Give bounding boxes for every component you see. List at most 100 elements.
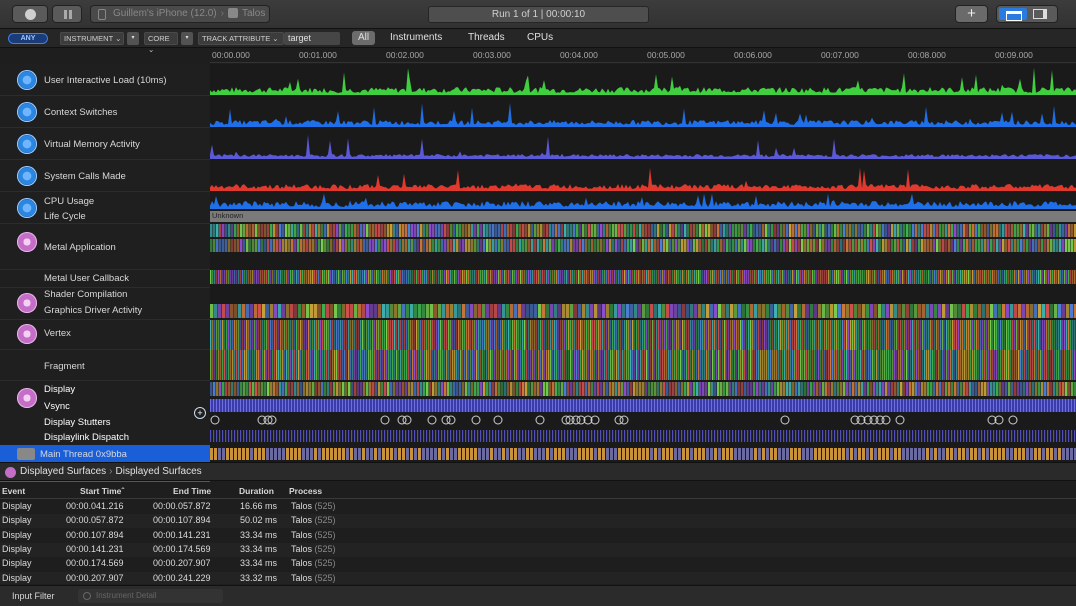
- time-ruler[interactable]: 00:00.000 00:01.000 00:02.000 00:03.000 …: [210, 48, 1076, 63]
- ruler-label: 00:04.000: [560, 50, 598, 60]
- footer-bar: Input Filter Instrument Detail: [0, 585, 1076, 606]
- cell-event: Display: [2, 572, 32, 583]
- process-name: Talos: [291, 529, 315, 540]
- table-body: Display 00:00.041.216 00:00.057.872 16.66 m…: [0, 500, 1076, 584]
- target-selector[interactable]: Guillem's iPhone (12.0) › Talos: [90, 5, 270, 23]
- table-row[interactable]: Display 00:00.174.569 00:00.207.907 33.34 m…: [0, 557, 1076, 571]
- tab-all[interactable]: All: [352, 31, 376, 45]
- instrument-filter-stepper[interactable]: ▾: [127, 32, 139, 45]
- device-name: Guillem's iPhone (12.0): [113, 8, 217, 19]
- cell-end-time: 00:00.241.229: [153, 572, 211, 583]
- table-row[interactable]: Display 00:00.207.907 00:00.241.229 33.32 m…: [0, 571, 1076, 584]
- track-label: Shader Compilation: [44, 289, 128, 300]
- track-metal-application[interactable]: Metal Application: [0, 224, 210, 270]
- any-filter-pill[interactable]: ANY: [8, 33, 48, 44]
- instrument-filter-label: INSTRUMENT: [64, 34, 114, 43]
- tab-threads[interactable]: Threads: [468, 31, 505, 45]
- table-row[interactable]: Display 00:00.107.894 00:00.141.231 33.34 m…: [0, 529, 1076, 543]
- run-status: Run 1 of 1 | 00:00:10: [428, 6, 649, 23]
- track-label: System Calls Made: [44, 171, 126, 182]
- core-filter-stepper[interactable]: ▾: [181, 32, 193, 45]
- vm-activity-graph: [210, 134, 1076, 159]
- process-name: Talos: [291, 515, 315, 526]
- cell-start-time: 00:00.207.907: [66, 572, 124, 583]
- cell-event: Display: [2, 558, 32, 569]
- process-id: (525): [314, 558, 336, 569]
- track-fragment[interactable]: Fragment: [0, 350, 210, 381]
- add-subtrack-button[interactable]: +: [194, 407, 206, 419]
- column-header-label: Start Time: [80, 486, 122, 496]
- events-table: Event Start Timeˆ End Time Duration Proc…: [0, 482, 1076, 584]
- track-main-thread[interactable]: Main Thread 0x9bba: [0, 446, 210, 462]
- instrument-detail-field[interactable]: Instrument Detail: [78, 589, 223, 603]
- breadcrumb-item[interactable]: Displayed Surfaces: [20, 466, 106, 477]
- metal-callback-band: [210, 270, 1076, 284]
- timeline-lanes[interactable]: Unknown: [210, 64, 1076, 462]
- process-id: (525): [314, 529, 336, 540]
- table-row[interactable]: Display 00:00.057.872 00:00.107.894 50.02 m…: [0, 514, 1076, 529]
- target-filter-field[interactable]: target: [284, 32, 340, 45]
- user-load-graph: [210, 67, 1076, 95]
- cell-duration: 33.34 ms: [240, 529, 278, 540]
- cell-event: Display: [2, 501, 32, 511]
- cell-process: Talos (525): [291, 544, 336, 554]
- app-name: Talos: [241, 8, 266, 19]
- input-filter-label: Input Filter: [12, 591, 55, 601]
- table-row[interactable]: Display 00:00.041.216 00:00.057.872 16.66 m…: [0, 500, 1076, 514]
- timeline-view-icon[interactable]: [999, 8, 1027, 21]
- table-header: Event Start Timeˆ End Time Duration Proc…: [0, 486, 1076, 499]
- track-label: Context Switches: [44, 107, 118, 118]
- track-label: Fragment: [44, 361, 85, 372]
- chevron-right-icon: ›: [109, 466, 113, 477]
- cell-end-time: 00:00.107.894: [153, 515, 211, 526]
- gpu-activity-bands: [210, 224, 1076, 460]
- view-toggle[interactable]: [996, 5, 1058, 23]
- tab-instruments[interactable]: Instruments: [390, 31, 442, 45]
- tab-cpus[interactable]: CPUs: [527, 31, 553, 45]
- display-band: [210, 382, 1076, 396]
- column-header-duration[interactable]: Duration: [239, 486, 274, 496]
- track-metal-user-callback[interactable]: Metal User Callback: [0, 270, 210, 288]
- track-list: User Interactive Load (10ms) Context Swi…: [0, 64, 210, 510]
- track-attribute-filter[interactable]: TRACK ATTRIBUTE ⌄: [198, 32, 284, 45]
- stutter-markers: [210, 415, 1018, 425]
- track-label: Main Thread 0x9bba: [40, 449, 127, 460]
- column-header-event[interactable]: Event: [2, 486, 25, 496]
- cell-start-time: 00:00.041.216: [66, 501, 124, 511]
- column-header-end-time[interactable]: End Time: [173, 486, 211, 496]
- ruler-label: 00:03.000: [473, 50, 511, 60]
- instrument-filter[interactable]: INSTRUMENT ⌄: [60, 32, 124, 45]
- column-header-start-time[interactable]: Start Timeˆ: [80, 486, 124, 496]
- track-vertex[interactable]: Vertex: [0, 320, 210, 350]
- track-user-interactive-load[interactable]: User Interactive Load (10ms): [0, 64, 210, 96]
- process-name: Talos: [291, 572, 315, 583]
- vsync-ticks: [210, 399, 1075, 412]
- track-system-calls[interactable]: System Calls Made: [0, 160, 210, 192]
- cell-duration: 16.66 ms: [240, 501, 278, 511]
- add-instrument-button[interactable]: +: [955, 5, 988, 23]
- cpu-usage-graph: [210, 193, 1076, 209]
- inspector-view-icon[interactable]: [1033, 9, 1047, 19]
- track-context-switches[interactable]: Context Switches: [0, 96, 210, 128]
- core-filter[interactable]: CORE ⌄: [144, 32, 178, 54]
- table-row[interactable]: Display 00:00.141.231 00:00.174.569 33.34 m…: [0, 542, 1076, 557]
- track-display[interactable]: Display Vsync Display Stutters Displayli…: [0, 381, 210, 446]
- track-cpu-usage[interactable]: CPU Usage Life Cycle: [0, 192, 210, 224]
- track-label: Graphics Driver Activity: [44, 305, 143, 316]
- cell-start-time: 00:00.141.231: [66, 543, 124, 554]
- track-virtual-memory[interactable]: Virtual Memory Activity: [0, 128, 210, 160]
- cell-duration: 50.02 ms: [240, 515, 278, 526]
- cell-duration: 33.32 ms: [240, 572, 278, 583]
- breadcrumb-item[interactable]: Displayed Surfaces: [116, 466, 202, 477]
- pause-button[interactable]: [52, 5, 82, 23]
- track-shader-compilation[interactable]: Shader Compilation Graphics Driver Activ…: [0, 288, 210, 320]
- shader-icon: [17, 293, 37, 313]
- gauge-icon: [17, 70, 37, 90]
- record-button[interactable]: [12, 5, 48, 23]
- process-name: Talos: [291, 543, 315, 554]
- activity-graphs: [210, 67, 1076, 209]
- title-bar: Guillem's iPhone (12.0) › Talos Run 1 of 1…: [0, 0, 1076, 29]
- metal-app-band-2: [210, 239, 1076, 252]
- life-cycle-lane[interactable]: Unknown: [210, 211, 1076, 222]
- column-header-process[interactable]: Process: [289, 486, 322, 496]
